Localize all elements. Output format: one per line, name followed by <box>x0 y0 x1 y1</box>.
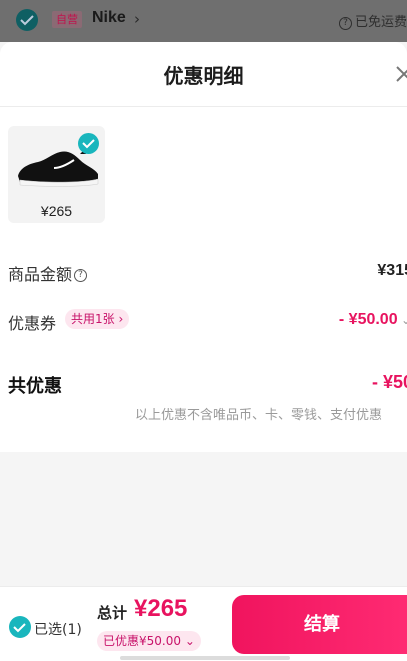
product-card[interactable]: ¥265 <box>8 126 105 223</box>
modal-title: 优惠明细 <box>163 64 244 88</box>
self-operated-tag: 自营 <box>52 11 82 28</box>
total-value: ¥265 <box>134 595 188 622</box>
question-icon: ? <box>338 17 352 30</box>
home-indicator <box>120 656 290 660</box>
store-check-icon <box>16 9 38 31</box>
store-brand-name: Nike <box>92 9 126 26</box>
coupon-value[interactable]: - ¥50.00 ⌄ <box>339 311 407 329</box>
coupon-label: 优惠券 <box>8 314 57 333</box>
coupon-row[interactable]: 优惠券 共用1张 › - ¥50.00 ⌄ <box>0 309 407 334</box>
discount-summary-text: 已优惠¥50.00 <box>103 634 181 648</box>
total-discount-label: 共优惠 <box>8 376 62 397</box>
product-price: ¥265 <box>40 203 73 219</box>
chevron-right-icon: › <box>134 10 140 28</box>
free-shipping-text: 已免运费 <box>354 15 407 30</box>
coupon-value-text: - ¥50.00 <box>338 311 398 328</box>
goods-amount-row: 商品金额? ¥315 <box>0 261 407 285</box>
discount-note: 以上优惠不含唯品币、卡、零钱、支付优惠 <box>135 408 383 423</box>
bottom-checkout-bar: 已选(1) 总计 ¥265 已优惠¥50.00 ⌄ 结算 <box>0 586 407 661</box>
free-shipping-info: ? 已免运费 <box>338 11 407 30</box>
total-discount-row: 共优惠 - ¥50 <box>0 372 407 397</box>
coupon-count-tag[interactable]: 共用1张 › <box>65 309 130 329</box>
checkout-button[interactable]: 结算 <box>232 595 407 654</box>
divider <box>0 106 407 107</box>
discount-summary-pill[interactable]: 已优惠¥50.00 ⌄ <box>97 631 201 651</box>
question-icon[interactable]: ? <box>74 269 88 282</box>
total-label: 总计 <box>97 604 128 622</box>
goods-amount-label: 商品金额? <box>8 261 88 285</box>
goods-amount-value: ¥315 <box>377 262 407 279</box>
selected-count: 已选(1) <box>34 622 82 638</box>
close-icon <box>396 66 407 82</box>
total-discount-value: - ¥50 <box>371 372 407 392</box>
product-checked-icon[interactable] <box>78 133 99 154</box>
select-all-checkbox[interactable] <box>9 616 31 638</box>
close-button[interactable] <box>394 64 407 84</box>
background-header: 自营 Nike › ? 已免运费 <box>0 0 407 42</box>
empty-area <box>0 452 407 586</box>
chevron-down-icon: ⌄ <box>400 313 407 327</box>
chevron-down-icon: ⌄ <box>181 634 195 648</box>
goods-amount-text: 商品金额 <box>8 265 73 284</box>
discount-detail-modal: 优惠明细 ¥265 商品金额? ¥315 优惠券 共用1张 › - ¥50.00… <box>0 42 407 661</box>
coupon-count-text: 共用1张 <box>71 312 115 326</box>
